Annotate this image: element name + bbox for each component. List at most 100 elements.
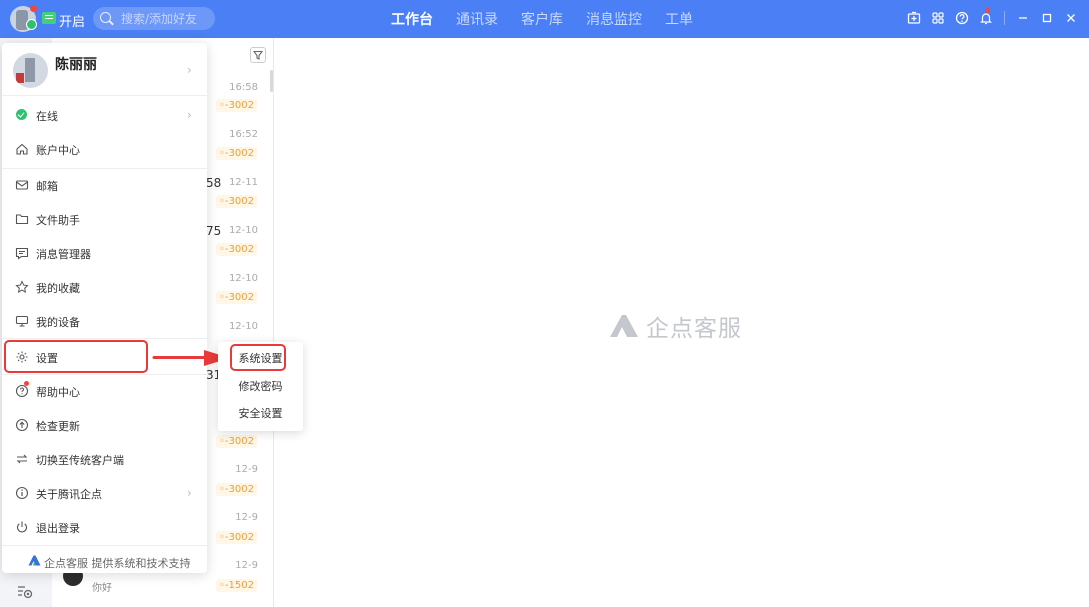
user-name: 陈丽丽 bbox=[55, 57, 97, 73]
list-item-time: 12-9 bbox=[235, 512, 258, 523]
window-controls-divider bbox=[1004, 11, 1005, 25]
list-item-badge: ◦-3002 bbox=[216, 99, 257, 112]
list-item-badge: ◦-3002 bbox=[216, 291, 257, 304]
list-item-time: 12-10 bbox=[228, 273, 258, 284]
menu-item-my-devices[interactable]: 我的设备 bbox=[2, 304, 207, 338]
menu-item-label: 关于腾讯企点 bbox=[36, 488, 102, 501]
menu-item-label: 帮助中心 bbox=[36, 386, 80, 399]
list-item-time: 12-10 bbox=[228, 225, 258, 236]
menu-item-message-manager[interactable]: 消息管理器 bbox=[2, 236, 207, 270]
list-item-badge: ◦-1502 bbox=[216, 579, 257, 592]
help-badge bbox=[24, 381, 29, 386]
menu-item-mail[interactable]: 邮箱 bbox=[2, 168, 207, 202]
list-item-badge: ◦-3002 bbox=[216, 483, 257, 496]
menu-footer: 企点客服 提供系统和技术支持 bbox=[2, 545, 207, 573]
online-status-icon bbox=[26, 19, 37, 30]
submenu-item-change-password[interactable]: 修改密码 bbox=[218, 374, 303, 399]
watermark-text: 企点客服 bbox=[646, 316, 742, 342]
system-settings-highlight-annotation bbox=[230, 344, 286, 371]
monitor-icon bbox=[15, 315, 29, 327]
list-item-time: 12-9 bbox=[235, 464, 258, 475]
menu-item-label: 我的收藏 bbox=[36, 282, 80, 295]
notification-dot bbox=[30, 5, 37, 12]
menu-divider bbox=[2, 338, 207, 339]
online-status-icon bbox=[16, 109, 27, 120]
menu-item-label: 文件助手 bbox=[36, 214, 80, 227]
brand-logo-icon bbox=[610, 315, 638, 337]
list-item-message: 你好 bbox=[92, 583, 112, 594]
menu-item-label: 消息管理器 bbox=[36, 248, 91, 261]
minimize-icon[interactable] bbox=[1016, 11, 1030, 25]
switch-icon bbox=[16, 454, 28, 464]
menu-item-favorites[interactable]: 我的收藏 bbox=[2, 270, 207, 304]
profile-dropdown: 陈丽丽 › 在线 › 账户中心 邮箱 文件助手 消息管理器 我的收藏 我的设备 … bbox=[2, 43, 207, 573]
submenu-item-security-settings[interactable]: 安全设置 bbox=[218, 401, 303, 426]
menu-item-label: 检查更新 bbox=[36, 420, 80, 433]
message-icon bbox=[15, 247, 29, 260]
mail-icon bbox=[15, 180, 29, 190]
chevron-right-icon: › bbox=[187, 486, 192, 500]
profile-header[interactable]: 陈丽丽 › bbox=[2, 43, 207, 96]
chevron-right-icon: › bbox=[187, 63, 192, 77]
list-item-badge: ◦-3002 bbox=[216, 243, 257, 256]
help-icon[interactable] bbox=[955, 11, 969, 25]
add-icon[interactable] bbox=[907, 11, 921, 25]
list-item-time: 12-9 bbox=[235, 560, 258, 571]
settings-menu-icon[interactable] bbox=[16, 583, 34, 601]
list-item-badge: ◦-3002 bbox=[216, 435, 257, 448]
profile-avatar bbox=[13, 53, 48, 88]
bell-icon[interactable] bbox=[979, 11, 993, 25]
search-box[interactable] bbox=[93, 7, 215, 30]
list-item-badge: ◦-3002 bbox=[216, 147, 257, 160]
close-icon[interactable] bbox=[1064, 11, 1078, 25]
home-icon bbox=[16, 143, 28, 155]
search-input[interactable] bbox=[121, 10, 211, 27]
tab-workbench[interactable]: 工作台 bbox=[391, 9, 433, 29]
filter-icon[interactable] bbox=[250, 47, 266, 63]
menu-item-help-center[interactable]: 帮助中心 bbox=[2, 374, 207, 408]
maximize-icon[interactable] bbox=[1040, 11, 1054, 25]
tab-customers[interactable]: 客户库 bbox=[521, 9, 563, 29]
menu-item-label: 切换至传统客户端 bbox=[36, 454, 124, 467]
power-icon bbox=[17, 521, 27, 533]
chevron-right-icon: › bbox=[187, 108, 192, 122]
menu-item-label: 我的设备 bbox=[36, 316, 80, 329]
menu-item-check-update[interactable]: 检查更新 bbox=[2, 408, 207, 442]
top-bar: 开启 工作台 通讯录 客户库 消息监控 工单 bbox=[0, 0, 1089, 38]
status-label: 在线 bbox=[36, 110, 58, 123]
menu-item-logout[interactable]: 退出登录 bbox=[2, 510, 207, 544]
chat-list-scrollbar[interactable] bbox=[270, 70, 273, 92]
bell-badge bbox=[985, 8, 990, 13]
folder-icon bbox=[15, 214, 29, 225]
footer-text: 企点客服 提供系统和技术支持 bbox=[44, 557, 191, 570]
list-item-badge: ◦-3002 bbox=[216, 195, 257, 208]
status-selector[interactable]: 在线 › bbox=[2, 98, 207, 132]
info-icon bbox=[15, 486, 29, 500]
brand-watermark: 企点客服 bbox=[608, 311, 742, 342]
upload-icon bbox=[15, 418, 29, 432]
menu-item-label: 邮箱 bbox=[36, 180, 58, 193]
star-icon bbox=[15, 280, 29, 293]
service-status-label[interactable]: 开启 bbox=[59, 11, 85, 30]
search-icon bbox=[100, 12, 111, 23]
tab-contacts[interactable]: 通讯录 bbox=[456, 9, 498, 29]
menu-item-label: 账户中心 bbox=[36, 144, 80, 157]
menu-item-about[interactable]: 关于腾讯企点 › bbox=[2, 476, 207, 510]
menu-item-switch-client[interactable]: 切换至传统客户端 bbox=[2, 442, 207, 476]
list-item-time: 16:58 bbox=[229, 82, 258, 93]
tab-message-monitor[interactable]: 消息监控 bbox=[586, 9, 642, 29]
menu-item-file-assistant[interactable]: 文件助手 bbox=[2, 202, 207, 236]
list-item-time: 12-11 bbox=[228, 177, 258, 188]
list-item-time: 16:52 bbox=[229, 129, 258, 140]
list-item-time: 12-10 bbox=[228, 321, 258, 332]
help-circle-icon bbox=[15, 384, 29, 398]
settings-highlight-annotation bbox=[4, 340, 148, 373]
tab-tickets[interactable]: 工单 bbox=[665, 9, 693, 29]
menu-item-account-center[interactable]: 账户中心 bbox=[2, 132, 207, 166]
menu-item-label: 退出登录 bbox=[36, 522, 80, 535]
settings-submenu: 系统设置 修改密码 安全设置 bbox=[218, 342, 303, 431]
service-status-icon[interactable] bbox=[42, 12, 56, 24]
grid-icon[interactable] bbox=[931, 11, 945, 25]
list-item-badge: ◦-3002 bbox=[216, 531, 257, 544]
brand-logo-icon bbox=[28, 555, 41, 566]
